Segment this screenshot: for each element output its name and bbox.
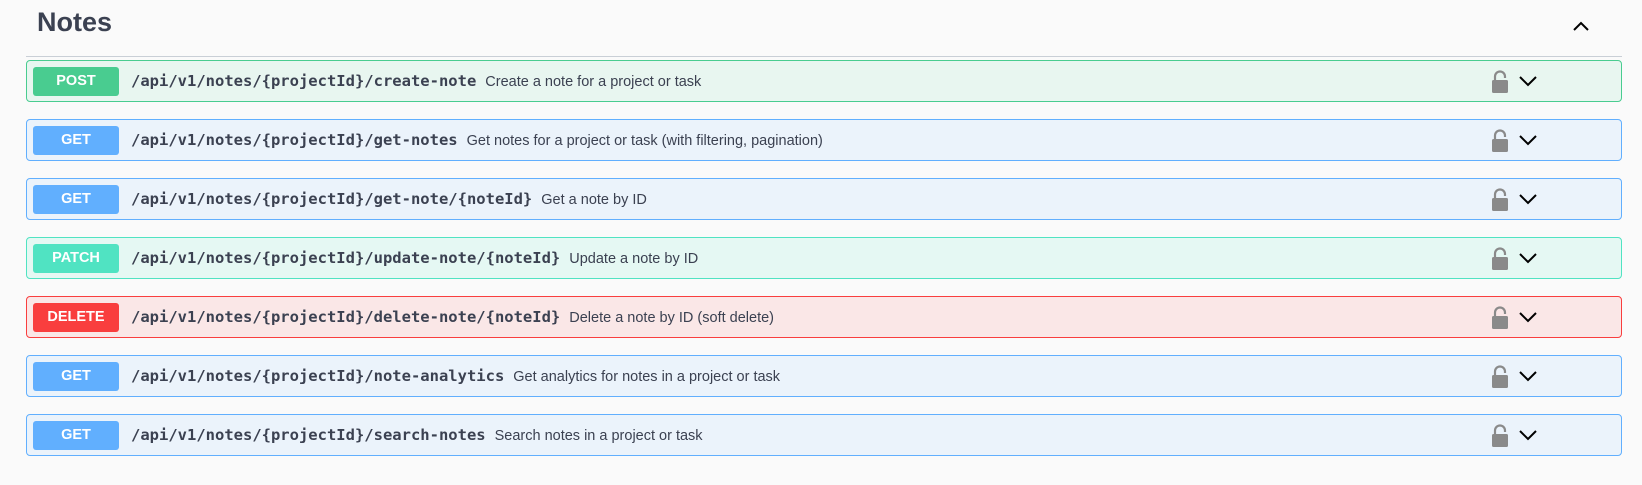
operation-summary: Create a note for a project or task xyxy=(485,74,702,90)
lock-icon[interactable] xyxy=(1491,188,1509,212)
operation-get-note[interactable]: GET /api/v1/notes/{projectId}/get-note/{… xyxy=(26,178,1622,220)
chevron-down-icon[interactable] xyxy=(1516,364,1540,388)
operation-path: /api/v1/notes/{projectId}/create-note Cre… xyxy=(131,72,702,90)
method-badge-get: GET xyxy=(33,185,119,214)
lock-icon[interactable] xyxy=(1491,247,1509,271)
lock-icon[interactable] xyxy=(1491,129,1509,153)
operation-search-notes[interactable]: GET /api/v1/notes/{projectId}/search-not… xyxy=(26,414,1622,456)
method-badge-get: GET xyxy=(33,421,119,450)
chevron-down-icon[interactable] xyxy=(1516,128,1540,152)
section-title[interactable]: Notes xyxy=(37,7,112,38)
operation-note-analytics[interactable]: GET /api/v1/notes/{projectId}/note-analy… xyxy=(26,355,1622,397)
operation-summary: Delete a note by ID (soft delete) xyxy=(569,310,774,326)
operation-path: /api/v1/notes/{projectId}/delete-note/{n… xyxy=(131,308,774,326)
operation-path: /api/v1/notes/{projectId}/get-notes Get n… xyxy=(131,131,823,149)
chevron-down-icon[interactable] xyxy=(1516,69,1540,93)
operation-update-note[interactable]: PATCH /api/v1/notes/{projectId}/update-n… xyxy=(26,237,1622,279)
operation-get-notes[interactable]: GET /api/v1/notes/{projectId}/get-notes G… xyxy=(26,119,1622,161)
lock-icon[interactable] xyxy=(1491,306,1509,330)
chevron-down-icon[interactable] xyxy=(1516,187,1540,211)
operation-summary: Search notes in a project or task xyxy=(494,428,703,444)
operation-summary: Get analytics for notes in a project or … xyxy=(513,369,781,385)
operation-path: /api/v1/notes/{projectId}/get-note/{note… xyxy=(131,190,647,208)
lock-icon[interactable] xyxy=(1491,424,1509,448)
method-badge-delete: DELETE xyxy=(33,303,119,332)
notes-section: Notes POST /api/v1/notes/{projectId}/cre… xyxy=(26,0,1622,456)
chevron-up-icon[interactable] xyxy=(1566,11,1596,41)
section-header[interactable]: Notes xyxy=(26,0,1622,57)
chevron-down-icon[interactable] xyxy=(1516,246,1540,270)
operation-path: /api/v1/notes/{projectId}/note-analytics… xyxy=(131,367,781,385)
operation-path: /api/v1/notes/{projectId}/search-notes Se… xyxy=(131,426,703,444)
operation-summary: Update a note by ID xyxy=(569,251,699,267)
chevron-down-icon[interactable] xyxy=(1516,305,1540,329)
operation-delete-note[interactable]: DELETE /api/v1/notes/{projectId}/delete-… xyxy=(26,296,1622,338)
operation-path: /api/v1/notes/{projectId}/update-note/{n… xyxy=(131,249,699,267)
method-badge-get: GET xyxy=(33,362,119,391)
lock-icon[interactable] xyxy=(1491,365,1509,389)
operation-summary: Get notes for a project or task (with fi… xyxy=(466,133,823,149)
method-badge-patch: PATCH xyxy=(33,244,119,273)
method-badge-get: GET xyxy=(33,126,119,155)
operation-summary: Get a note by ID xyxy=(541,192,647,208)
chevron-down-icon[interactable] xyxy=(1516,423,1540,447)
lock-icon[interactable] xyxy=(1491,70,1509,94)
method-badge-post: POST xyxy=(33,67,119,96)
operation-create-note[interactable]: POST /api/v1/notes/{projectId}/create-no… xyxy=(26,60,1622,102)
